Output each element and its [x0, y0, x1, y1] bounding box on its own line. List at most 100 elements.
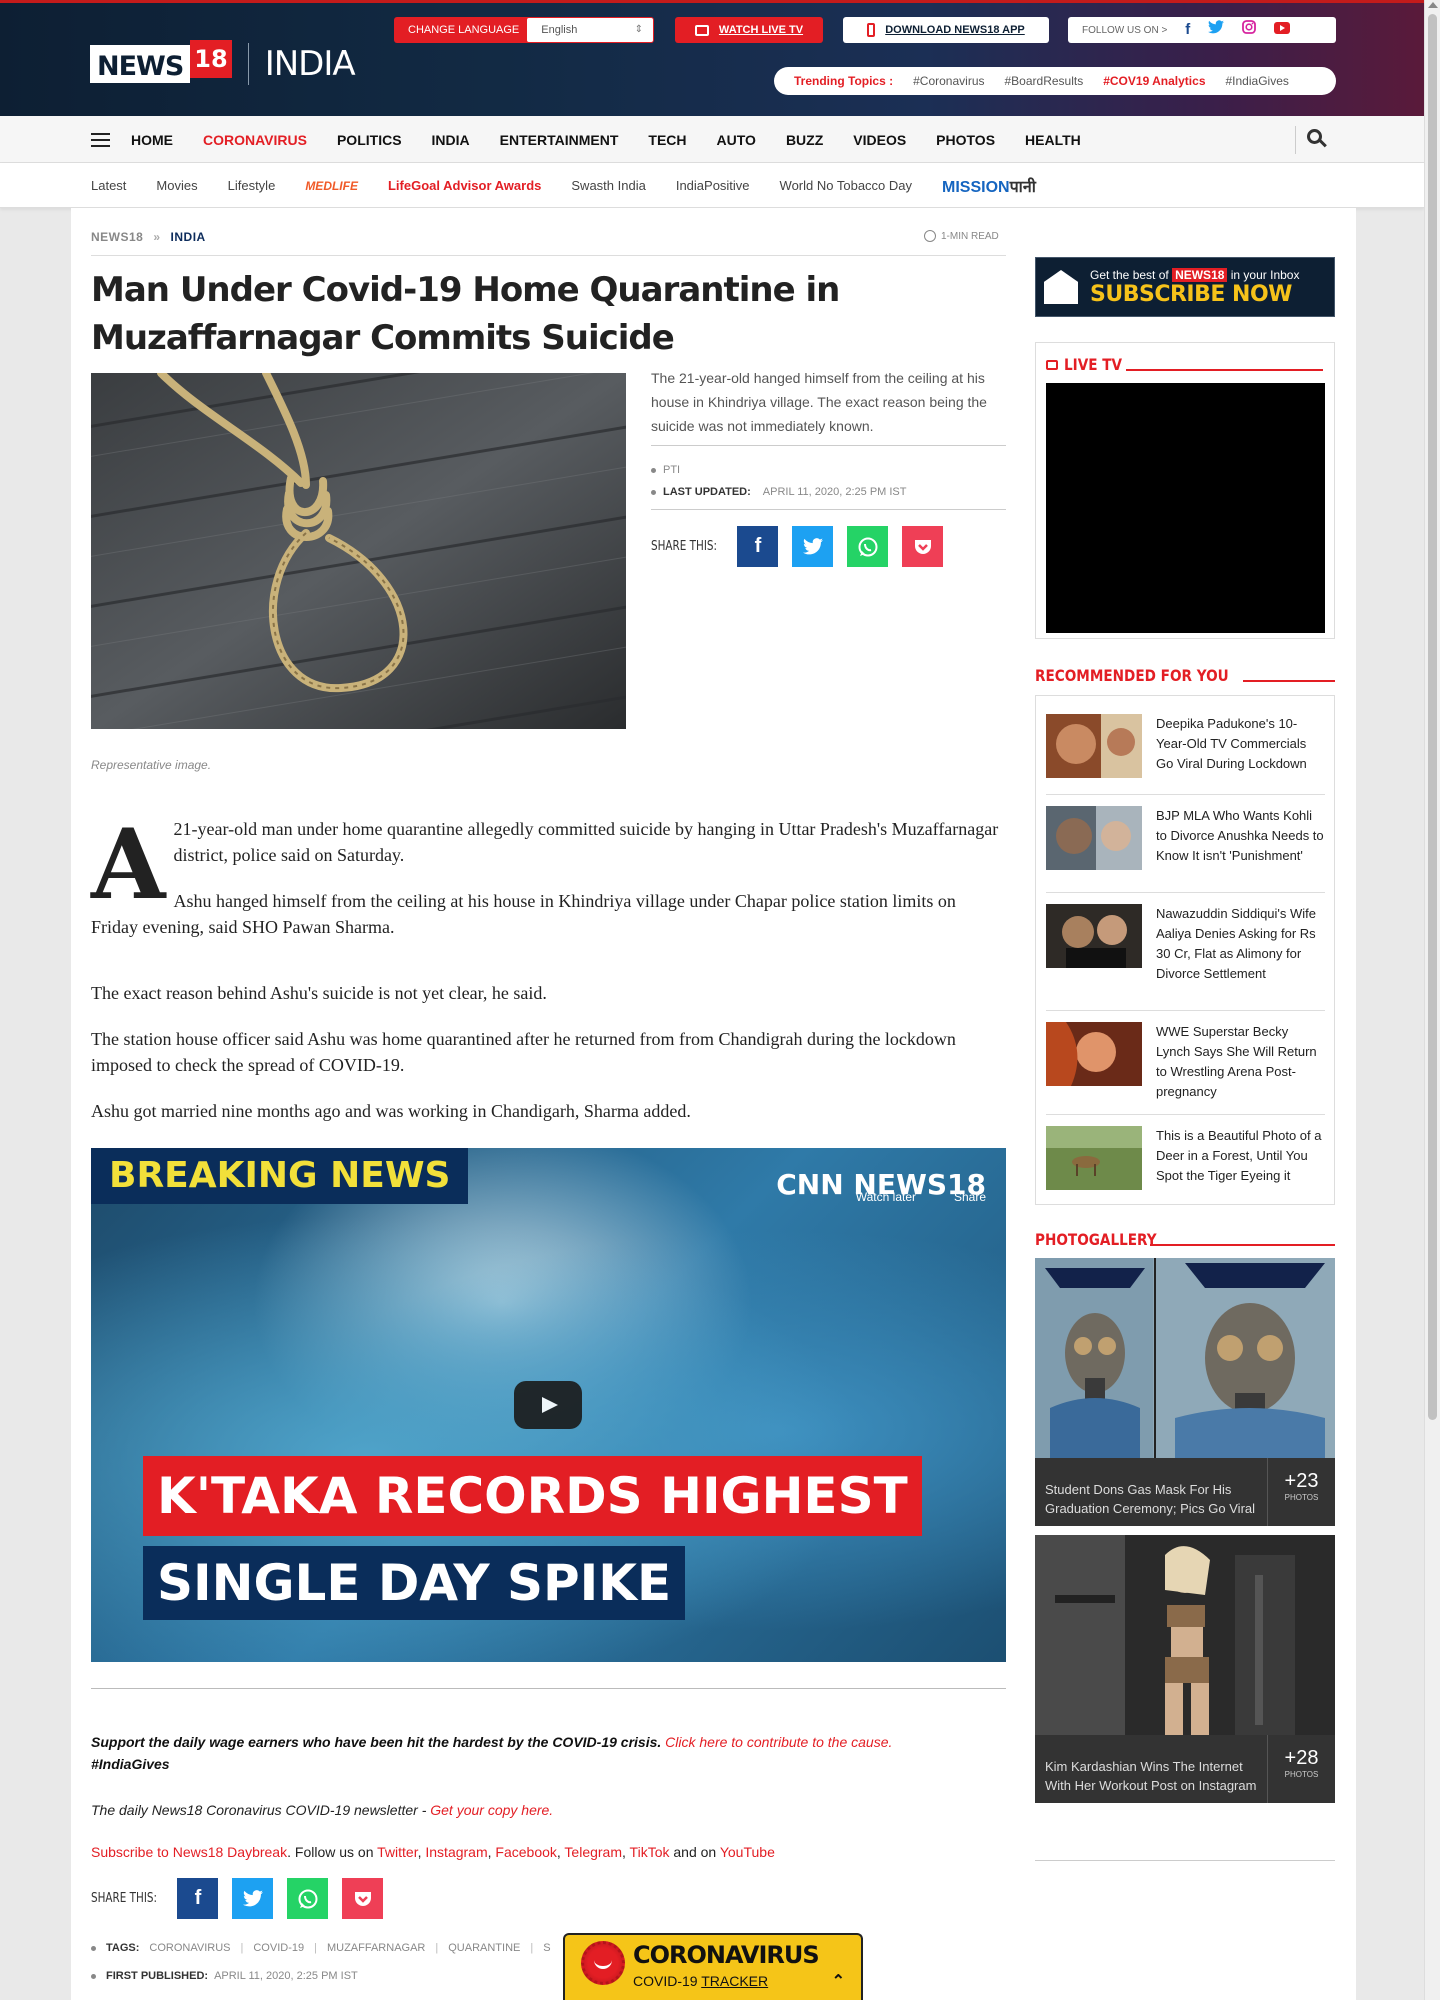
tag-link[interactable]: CORONAVIRUS [149, 1942, 230, 1954]
newsletter-note: The daily News18 Coronavirus COVID-19 ne… [91, 1802, 553, 1818]
newsletter-subscribe-banner[interactable]: Get the best of NEWS18 in your Inbox SUB… [1035, 257, 1335, 317]
nav-item-buzz[interactable]: BUZZ [786, 132, 823, 148]
instagram-link[interactable]: Instagram [425, 1844, 487, 1860]
language-select[interactable]: English ⇕ [527, 18, 653, 42]
video-share-button[interactable]: Share [954, 1190, 986, 1204]
thumbnail-image [1046, 904, 1142, 968]
news18-india-logo[interactable]: NEWS 18 INDIA [90, 40, 356, 85]
subnav-item-indiapositive[interactable]: IndiaPositive [676, 178, 750, 193]
mission-paani-logo[interactable]: MISSIONपानी [942, 175, 1036, 197]
twitter-link[interactable]: Twitter [377, 1844, 417, 1860]
download-app-button[interactable]: DOWNLOAD NEWS18 APP [843, 17, 1049, 43]
logo-section: INDIA [264, 44, 356, 84]
scroll-thumb[interactable] [1428, 14, 1437, 1420]
facebook-link[interactable]: Facebook [495, 1844, 556, 1860]
gallery-caption: Student Dons Gas Mask For His Graduation… [1045, 1482, 1256, 1516]
subscribe-line-c: in your Inbox [1227, 267, 1300, 282]
gallery-card[interactable]: Student Dons Gas Mask For His Graduation… [1035, 1258, 1335, 1526]
first-published-label: FIRST PUBLISHED: [106, 1970, 209, 1982]
menu-icon[interactable] [91, 133, 110, 147]
twitter-icon[interactable] [1208, 17, 1225, 43]
phone-icon [867, 23, 876, 37]
share-whatsapp-icon[interactable] [287, 1878, 329, 1919]
breadcrumb-root[interactable]: NEWS18 [91, 230, 143, 244]
trending-tag[interactable]: #COV19 Analytics [1103, 74, 1205, 88]
tracker-title: CORONAVIRUS [633, 1941, 820, 1969]
nav-item-auto[interactable]: AUTO [717, 132, 756, 148]
nav-item-home[interactable]: HOME [131, 132, 173, 148]
trending-tag[interactable]: #IndiaGives [1226, 74, 1289, 88]
instagram-icon[interactable] [1242, 17, 1257, 43]
nav-item-entertainment[interactable]: ENTERTAINMENT [500, 132, 619, 148]
newsletter-link[interactable]: Get your copy here. [430, 1802, 553, 1818]
play-icon[interactable] [514, 1381, 582, 1429]
subnav-item-movies[interactable]: Movies [156, 178, 197, 193]
divider [651, 509, 1006, 510]
support-link[interactable]: Click here to contribute to the cause. [665, 1734, 892, 1750]
nav-item-india[interactable]: INDIA [432, 132, 470, 148]
support-tag[interactable]: #IndiaGives [91, 1756, 170, 1772]
gallery-card[interactable]: Kim Kardashian Wins The Internet With He… [1035, 1535, 1335, 1803]
subnav-items: Latest Movies Lifestyle MEDLIFE LifeGoal… [91, 163, 1036, 208]
scroll-up-arrow-icon[interactable] [1428, 2, 1438, 8]
share-facebook-icon[interactable]: f [737, 526, 779, 567]
medlife-logo[interactable]: MEDLIFE [305, 179, 358, 193]
trending-tag[interactable]: #Coronavirus [913, 74, 984, 88]
share-twitter-icon[interactable] [232, 1878, 274, 1919]
nav-item-coronavirus[interactable]: CORONAVIRUS [203, 132, 307, 148]
list-item[interactable]: Nawazuddin Siddiqui's Wife Aaliya Denies… [1046, 904, 1325, 984]
nav-item-health[interactable]: HEALTH [1025, 132, 1081, 148]
tag-link[interactable]: MUZAFFARNAGAR [327, 1942, 425, 1954]
logo-news: NEWS [90, 45, 191, 83]
list-item[interactable]: BJP MLA Who Wants Kohli to Divorce Anush… [1046, 806, 1325, 870]
tag-link[interactable]: QUARANTINE [448, 1942, 520, 1954]
first-published: FIRST PUBLISHED: APRIL 11, 2020, 2:25 PM… [91, 1970, 358, 1982]
subscribe-line-b: NEWS18 [1172, 267, 1228, 282]
tag-link[interactable]: S [543, 1942, 550, 1954]
share-pocket-icon[interactable] [342, 1878, 384, 1919]
list-item[interactable]: Deepika Padukone's 10-Year-Old TV Commer… [1046, 714, 1325, 778]
nav-item-politics[interactable]: POLITICS [337, 132, 402, 148]
trending-tag[interactable]: #BoardResults [1005, 74, 1084, 88]
nav-item-videos[interactable]: VIDEOS [853, 132, 906, 148]
gallery-image [1035, 1535, 1335, 1735]
subnav-item-swasth-india[interactable]: Swasth India [571, 178, 645, 193]
article-headline: Man Under Covid-19 Home Quarantine in Mu… [91, 270, 840, 358]
coronavirus-tracker-widget[interactable]: CORONAVIRUS COVID-19 TRACKER ⌃ [563, 1933, 863, 2000]
subnav-item-lifegoal[interactable]: LifeGoal Advisor Awards [388, 178, 541, 193]
list-item[interactable]: This is a Beautiful Photo of a Deer in a… [1046, 1126, 1325, 1190]
subnav-item-no-tobacco[interactable]: World No Tobacco Day [780, 178, 912, 193]
share-pocket-icon[interactable] [902, 526, 944, 567]
youtube-link[interactable]: YouTube [720, 1844, 775, 1860]
telegram-link[interactable]: Telegram [564, 1844, 622, 1860]
scrollbar[interactable] [1424, 0, 1440, 2000]
nav-item-tech[interactable]: TECH [648, 132, 686, 148]
live-tv-player[interactable] [1046, 383, 1325, 633]
title-underline [1150, 1243, 1335, 1246]
subnav-item-lifestyle[interactable]: Lifestyle [228, 178, 276, 193]
facebook-icon[interactable]: f [1185, 17, 1190, 43]
thumbnail-image [1046, 806, 1142, 870]
tv-icon [694, 24, 709, 36]
subscribe-text: Get the best of NEWS18 in your Inbox SUB… [1090, 267, 1300, 307]
daybreak-link[interactable]: Subscribe to News18 Daybreak [91, 1844, 287, 1860]
nav-item-photos[interactable]: PHOTOS [936, 132, 995, 148]
chevron-up-icon[interactable]: ⌃ [832, 1971, 845, 1991]
tag-link[interactable]: COVID-19 [253, 1942, 304, 1954]
article-source[interactable]: PTI [663, 464, 680, 476]
share-whatsapp-icon[interactable] [847, 526, 889, 567]
search-icon[interactable] [1307, 129, 1327, 149]
breadcrumb-current[interactable]: INDIA [171, 230, 206, 244]
tiktok-link[interactable]: TikTok [630, 1844, 670, 1860]
share-facebook-icon[interactable]: f [177, 1878, 219, 1919]
subnav-item-latest[interactable]: Latest [91, 178, 126, 193]
watch-later-button[interactable]: Watch later [856, 1190, 916, 1204]
watch-live-tv-label: WATCH LIVE TV [718, 24, 804, 36]
youtube-icon[interactable] [1274, 17, 1291, 43]
first-published-value: APRIL 11, 2020, 2:25 PM IST [214, 1970, 358, 1982]
watch-live-tv-button[interactable]: WATCH LIVE TV [675, 17, 823, 43]
video-player[interactable]: BREAKING NEWS CNN NEWS18 Watch later Sha… [91, 1148, 1006, 1662]
list-item[interactable]: WWE Superstar Becky Lynch Says She Will … [1046, 1022, 1325, 1102]
share-twitter-icon[interactable] [792, 526, 834, 567]
title-underline [1242, 679, 1335, 682]
